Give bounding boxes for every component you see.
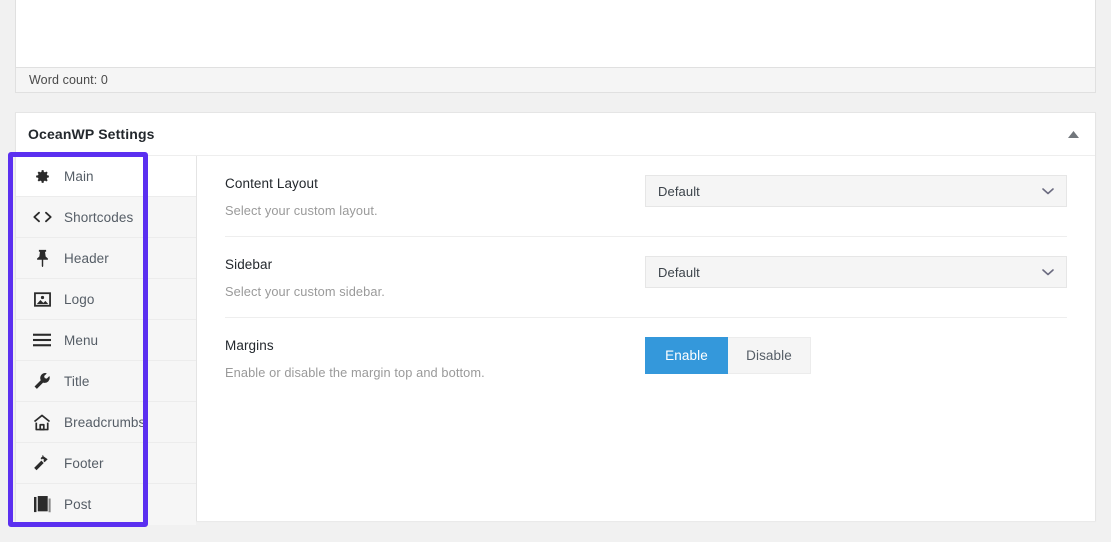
hammer-icon xyxy=(31,453,53,473)
oceanwp-settings-panel: OceanWP Settings Main xyxy=(15,112,1096,521)
sidebar-item-breadcrumbs[interactable]: Breadcrumbs xyxy=(16,402,196,443)
field-title: Margins xyxy=(225,338,645,353)
field-label-group: Sidebar Select your custom sidebar. xyxy=(225,256,645,299)
field-row-content-layout: Content Layout Select your custom layout… xyxy=(225,156,1067,237)
select-value: Default xyxy=(658,265,700,280)
gear-icon xyxy=(31,166,53,186)
sidebar-item-label: Menu xyxy=(64,333,98,348)
sidebar-item-header[interactable]: Header xyxy=(16,238,196,279)
margins-toggle-group: Enable Disable xyxy=(645,337,1067,374)
settings-content-area: Content Layout Select your custom layout… xyxy=(197,156,1095,521)
select-value: Default xyxy=(658,184,700,199)
field-description: Enable or disable the margin top and bot… xyxy=(225,365,645,380)
field-title: Sidebar xyxy=(225,257,645,272)
wrench-icon xyxy=(31,371,53,391)
pin-icon xyxy=(31,248,53,268)
sidebar-item-label: Title xyxy=(64,374,90,389)
sidebar-item-label: Footer xyxy=(64,456,104,471)
sidebar-item-label: Header xyxy=(64,251,109,266)
hamburger-icon xyxy=(31,330,53,350)
field-title: Content Layout xyxy=(225,176,645,191)
sidebar-item-label: Main xyxy=(64,169,94,184)
code-icon xyxy=(31,207,53,227)
sidebar-item-footer[interactable]: Footer xyxy=(16,443,196,484)
book-icon xyxy=(31,495,53,515)
image-icon xyxy=(31,289,53,309)
home-icon xyxy=(31,412,53,432)
field-control: Default xyxy=(645,256,1067,288)
field-description: Select your custom sidebar. xyxy=(225,284,645,299)
field-row-margins: Margins Enable or disable the margin top… xyxy=(225,318,1067,398)
sidebar-item-label: Post xyxy=(64,497,91,512)
margins-enable-button[interactable]: Enable xyxy=(645,337,728,374)
settings-sidebar-nav: Main Shortcodes Header xyxy=(16,156,197,521)
field-control: Default xyxy=(645,175,1067,207)
page-title: OceanWP Settings xyxy=(28,126,1065,142)
margins-disable-button[interactable]: Disable xyxy=(728,337,811,374)
sidebar-item-post[interactable]: Post xyxy=(16,484,196,525)
field-label-group: Content Layout Select your custom layout… xyxy=(225,175,645,218)
editor-remnant: Word count: 0 xyxy=(15,0,1096,93)
panel-header: OceanWP Settings xyxy=(16,113,1095,156)
field-row-sidebar: Sidebar Select your custom sidebar. Defa… xyxy=(225,237,1067,318)
editor-content-area[interactable] xyxy=(16,0,1095,67)
sidebar-item-menu[interactable]: Menu xyxy=(16,320,196,361)
sidebar-item-logo[interactable]: Logo xyxy=(16,279,196,320)
panel-body: Main Shortcodes Header xyxy=(16,156,1095,521)
sidebar-item-label: Shortcodes xyxy=(64,210,133,225)
content-layout-select[interactable]: Default xyxy=(645,175,1067,207)
sidebar-item-shortcodes[interactable]: Shortcodes xyxy=(16,197,196,238)
sidebar-item-title[interactable]: Title xyxy=(16,361,196,402)
sidebar-item-label: Logo xyxy=(64,292,94,307)
collapse-triangle-icon[interactable] xyxy=(1065,126,1081,142)
chevron-down-icon xyxy=(1042,187,1054,195)
chevron-down-icon xyxy=(1042,268,1054,276)
field-description: Select your custom layout. xyxy=(225,203,645,218)
sidebar-item-label: Breadcrumbs xyxy=(64,415,145,430)
sidebar-select[interactable]: Default xyxy=(645,256,1067,288)
word-count-label: Word count: 0 xyxy=(29,73,108,87)
field-control: Enable Disable xyxy=(645,337,1067,374)
field-label-group: Margins Enable or disable the margin top… xyxy=(225,337,645,380)
word-count-bar: Word count: 0 xyxy=(16,67,1095,92)
sidebar-item-main[interactable]: Main xyxy=(16,156,196,197)
